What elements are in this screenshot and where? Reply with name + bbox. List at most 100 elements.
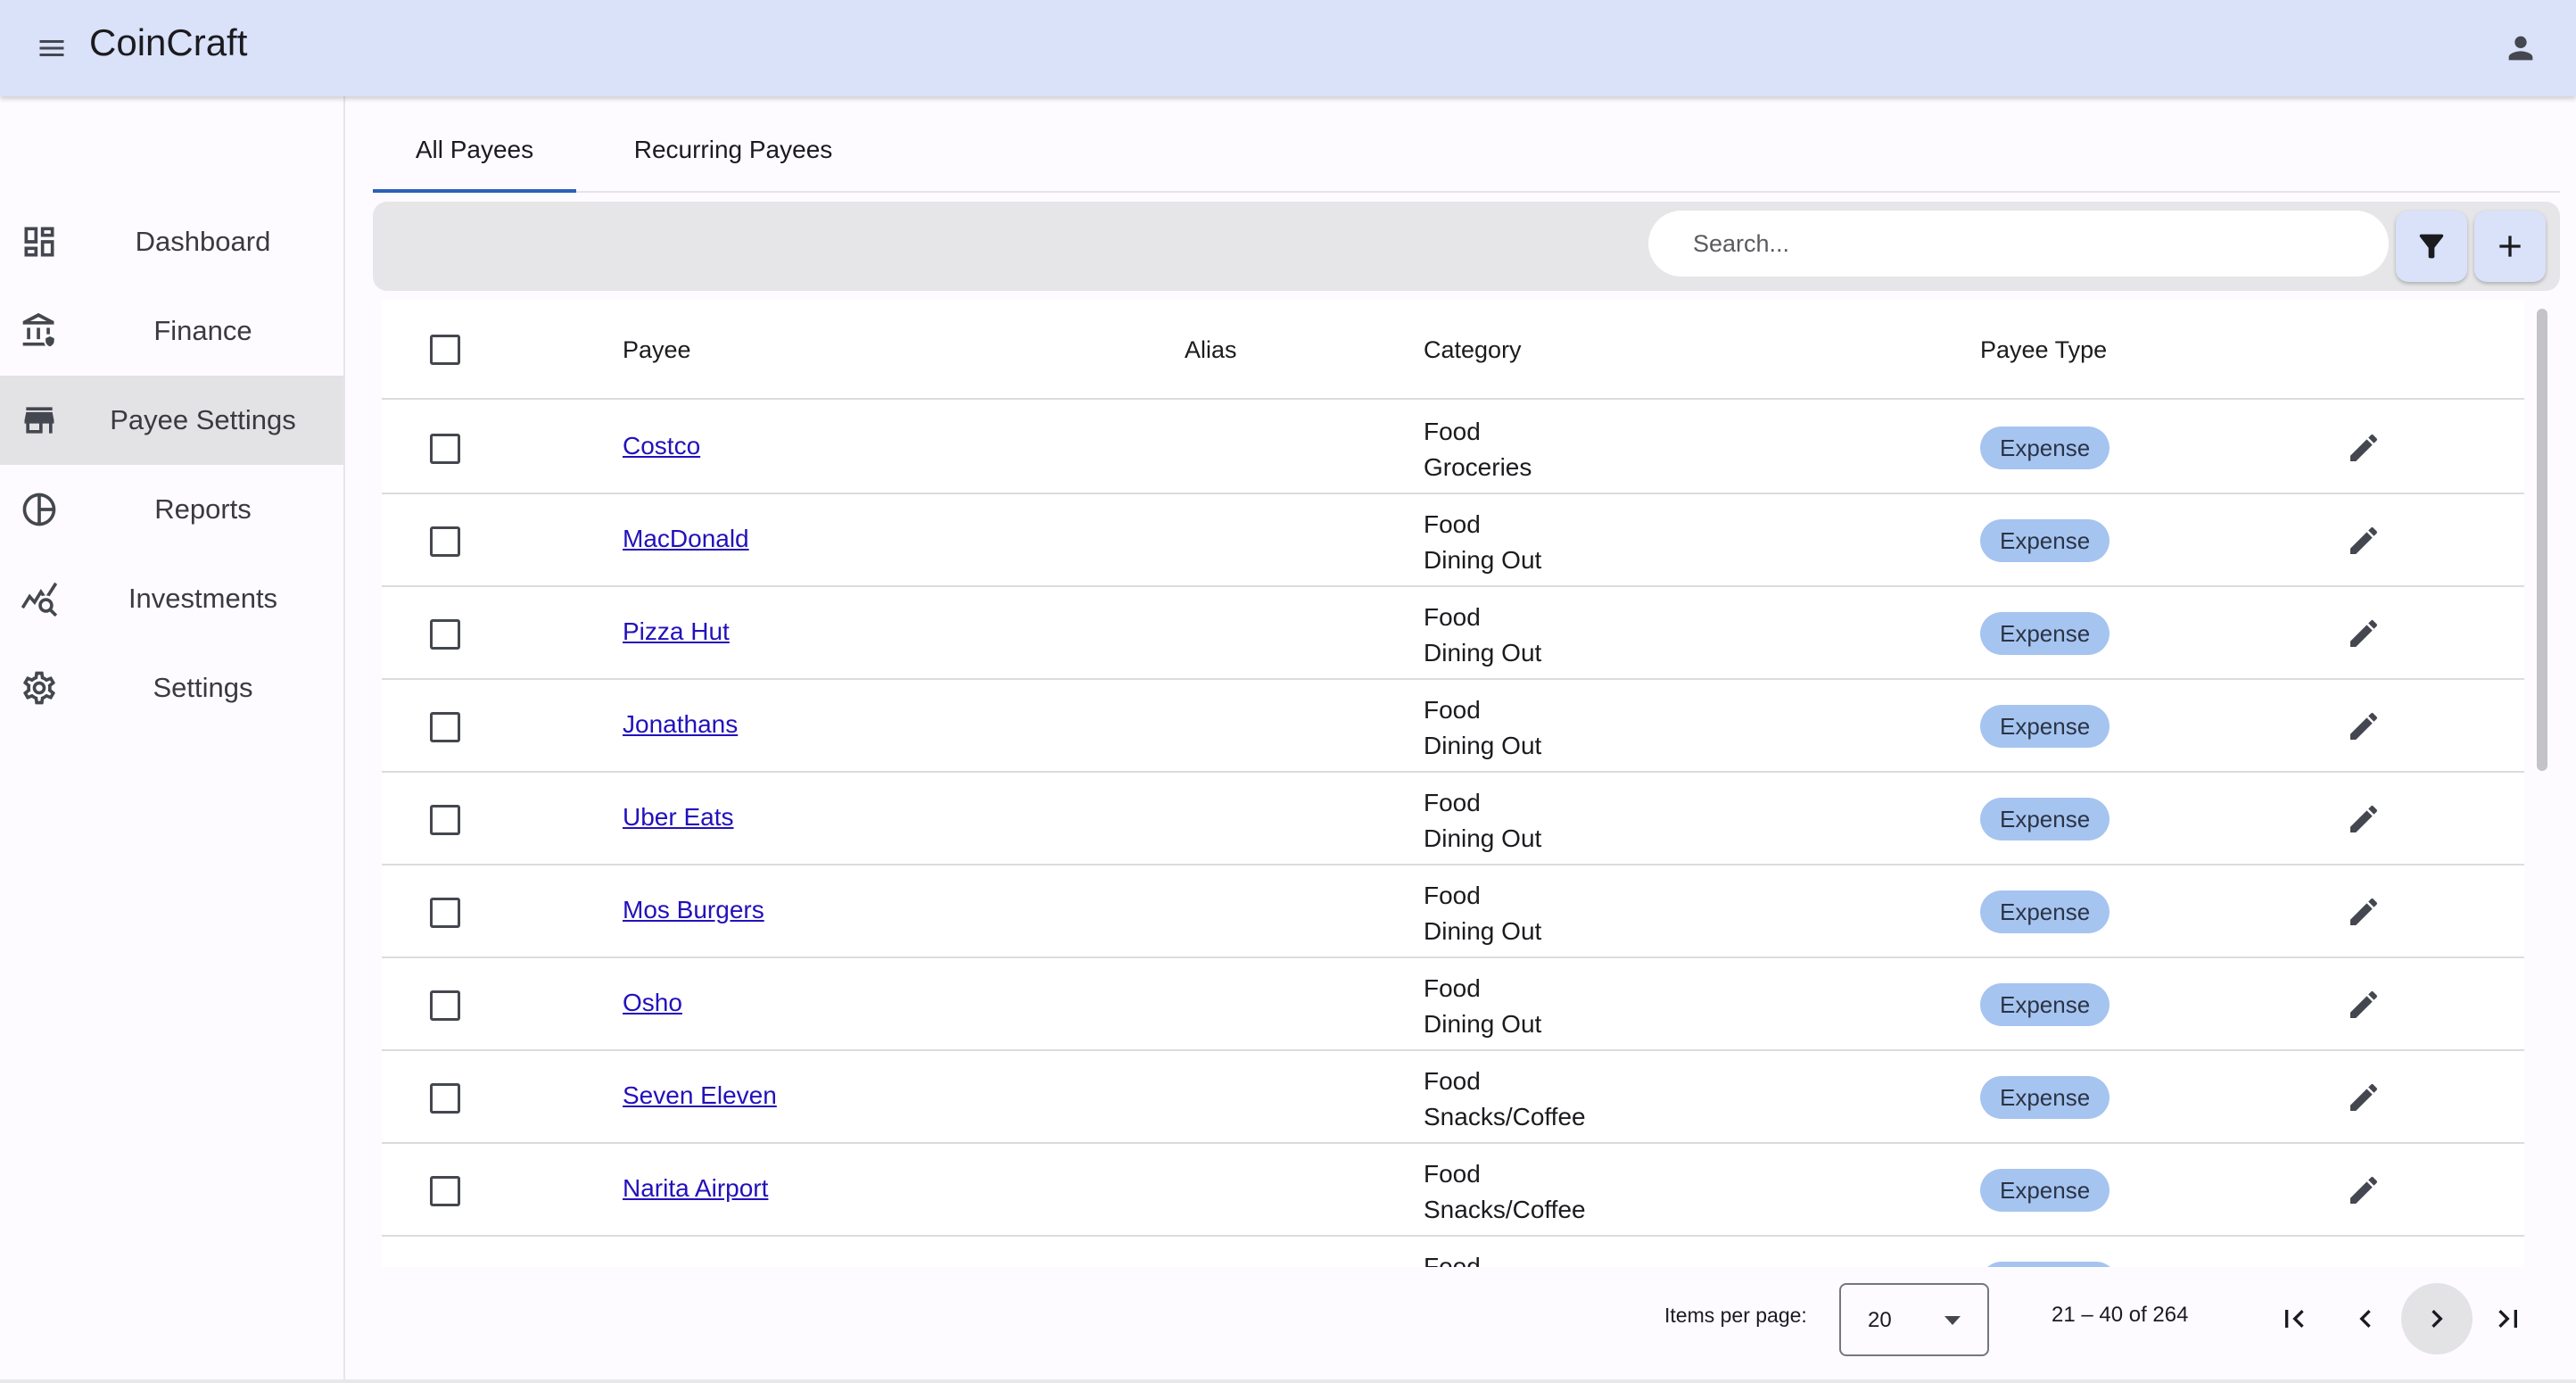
- payee-link[interactable]: Uber Eats: [623, 801, 734, 833]
- payee-link[interactable]: Mos Burgers: [623, 894, 764, 926]
- edit-payee-button[interactable]: [2341, 981, 2387, 1028]
- payee-type-badge: Expense: [1980, 798, 2110, 841]
- first-page-button[interactable]: [2258, 1283, 2330, 1354]
- row-checkbox[interactable]: [430, 990, 460, 1021]
- sidebar-item-label: Settings: [153, 672, 253, 703]
- table-row: Pizza Hut Food Dining Out Expense: [382, 587, 2524, 680]
- subcategory-name: Dining Out: [1424, 1010, 1542, 1038]
- last-page-icon: [2498, 1310, 2517, 1328]
- sidebar-item-label: Investments: [128, 583, 278, 614]
- chevron-right-icon: [2432, 1310, 2443, 1328]
- row-checkbox[interactable]: [430, 712, 460, 742]
- pencil-icon: [2350, 990, 2378, 1018]
- table-row: Costco Food Groceries Expense: [382, 402, 2524, 494]
- subcategory-name: Dining Out: [1424, 546, 1542, 574]
- edit-payee-button[interactable]: [2341, 1167, 2387, 1213]
- category-cell: Food: [1424, 1249, 1481, 1267]
- menu-button[interactable]: [23, 20, 80, 77]
- chevron-left-icon: [2359, 1310, 2371, 1328]
- subcategory-name: Dining Out: [1424, 639, 1542, 667]
- row-checkbox[interactable]: [430, 1176, 460, 1206]
- payee-link[interactable]: Narita Airport: [623, 1172, 768, 1205]
- category-name: Food: [1424, 418, 1481, 445]
- category-cell: Food Dining Out: [1424, 600, 1541, 671]
- payee-link[interactable]: Jonathans: [623, 708, 738, 741]
- category-name: Food: [1424, 603, 1481, 631]
- filter-icon: [2419, 234, 2444, 259]
- payee-link[interactable]: Osho: [623, 987, 682, 1019]
- category-name: Food: [1424, 1067, 1481, 1095]
- edit-payee-button[interactable]: [2341, 796, 2387, 842]
- pencil-icon: [2350, 898, 2378, 925]
- category-cell: Food Snacks/Coffee: [1424, 1064, 1586, 1135]
- table-row: Jonathans Food Dining Out Expense: [382, 680, 2524, 773]
- edit-payee-button[interactable]: [2341, 703, 2387, 749]
- row-checkbox[interactable]: [430, 434, 460, 464]
- sidebar-item-investments[interactable]: Investments: [0, 554, 343, 643]
- table-scrollbar[interactable]: [2531, 302, 2551, 1267]
- sidebar-item-finance[interactable]: Finance: [0, 286, 343, 376]
- payee-type-badge: Expense: [1980, 612, 2110, 655]
- edit-payee-button[interactable]: [2341, 518, 2387, 564]
- pie-chart-icon: [22, 493, 56, 526]
- sidebar-nav: Dashboard Finance Payee Settings Reports…: [0, 96, 345, 1383]
- add-payee-button[interactable]: [2474, 211, 2546, 282]
- sidebar-item-dashboard[interactable]: Dashboard: [0, 197, 343, 286]
- sidebar-item-reports[interactable]: Reports: [0, 465, 343, 554]
- payee-link[interactable]: Costco: [623, 430, 700, 462]
- dropdown-arrow-icon: [1944, 1316, 1961, 1325]
- subcategory-name: Dining Out: [1424, 917, 1542, 945]
- column-header-payee[interactable]: Payee: [623, 300, 691, 400]
- category-name: Food: [1424, 789, 1481, 816]
- payee-link[interactable]: Seven Eleven: [623, 1080, 777, 1112]
- payee-type-badge: Expense: [1980, 519, 2110, 562]
- tab-recurring-payees[interactable]: Recurring Payees: [578, 107, 888, 193]
- previous-page-button[interactable]: [2330, 1283, 2401, 1354]
- category-cell: Food Dining Out: [1424, 507, 1541, 578]
- sidebar-item-settings[interactable]: Settings: [0, 643, 343, 733]
- row-checkbox[interactable]: [430, 526, 460, 557]
- edit-payee-button[interactable]: [2341, 425, 2387, 471]
- pencil-icon: [2350, 619, 2378, 647]
- row-checkbox[interactable]: [430, 898, 460, 928]
- store-icon: [24, 407, 54, 434]
- edit-payee-button[interactable]: [2341, 889, 2387, 935]
- payee-link[interactable]: Pizza Hut: [623, 616, 730, 648]
- payee-link[interactable]: MacDonald: [623, 523, 749, 555]
- person-icon: [2508, 36, 2533, 61]
- edit-payee-button[interactable]: [2341, 1074, 2387, 1121]
- row-checkbox[interactable]: [430, 1083, 460, 1114]
- last-page-button[interactable]: [2473, 1283, 2544, 1354]
- tab-all-payees[interactable]: All Payees: [373, 107, 576, 193]
- column-header-category[interactable]: Category: [1424, 300, 1522, 400]
- category-name: Food: [1424, 1160, 1481, 1188]
- scrollbar-thumb[interactable]: [2537, 309, 2547, 771]
- edit-payee-button[interactable]: [2341, 1260, 2387, 1267]
- hamburger-menu-icon: [39, 40, 64, 56]
- query-stats-icon: [21, 582, 58, 617]
- edit-payee-button[interactable]: [2341, 610, 2387, 657]
- sidebar-item-label: Reports: [154, 493, 252, 525]
- account-button[interactable]: [2489, 16, 2553, 80]
- next-page-button[interactable]: [2401, 1283, 2473, 1354]
- table-header: Payee Alias Category Payee Type: [382, 300, 2524, 400]
- table-row: Narita Airport Food Snacks/Coffee Expense: [382, 1144, 2524, 1237]
- search-input[interactable]: [1648, 211, 2389, 277]
- row-checkbox[interactable]: [430, 805, 460, 835]
- page-range-label: 21 – 40 of 264: [2052, 1303, 2189, 1327]
- subcategory-name: Snacks/Coffee: [1424, 1103, 1586, 1130]
- sidebar-item-label: Payee Settings: [110, 404, 296, 435]
- top-app-bar: CoinCraft: [0, 0, 2576, 96]
- subcategory-name: Groceries: [1424, 453, 1532, 481]
- paginator: Items per page: 20 21 – 40 of 264: [373, 1267, 2560, 1365]
- category-cell: Food Dining Out: [1424, 971, 1541, 1042]
- column-header-alias[interactable]: Alias: [1185, 300, 1237, 400]
- items-per-page-select[interactable]: 20: [1839, 1283, 1989, 1356]
- sidebar-item-payee-settings[interactable]: Payee Settings: [0, 376, 343, 465]
- row-checkbox[interactable]: [430, 619, 460, 650]
- column-header-payee-type[interactable]: Payee Type: [1980, 300, 2107, 400]
- table-toolbar: [373, 202, 2560, 291]
- filter-button[interactable]: [2396, 211, 2467, 282]
- select-all-checkbox[interactable]: [430, 335, 460, 365]
- payee-type-badge: Expense: [1980, 1076, 2110, 1119]
